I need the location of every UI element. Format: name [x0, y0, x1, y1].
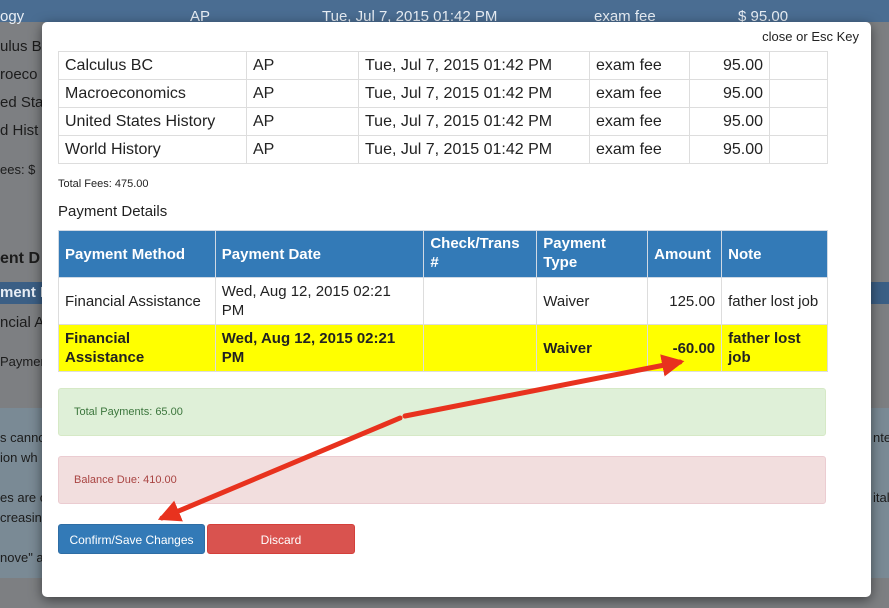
exam-amount: 95.00: [689, 135, 770, 164]
background-cell: ogy: [0, 8, 25, 25]
payment-type: Waiver: [536, 324, 649, 372]
exam-fee-type: exam fee: [589, 79, 690, 108]
background-fragment: ent D: [0, 250, 40, 267]
exam-amount: 95.00: [689, 107, 770, 136]
close-link[interactable]: close: [762, 29, 792, 44]
exam-fee-type: exam fee: [589, 51, 690, 80]
payment-date: Wed, Aug 12, 2015 02:21 PM: [214, 324, 425, 372]
exam-amount: 95.00: [689, 79, 770, 108]
exam-fees-table: Calculus BC AP Tue, Jul 7, 2015 01:42 PM…: [58, 51, 828, 164]
header-check-trans: Check/Trans #: [423, 230, 538, 278]
exam-level: AP: [246, 79, 359, 108]
header-payment-type: Payment Type: [536, 230, 649, 278]
background-fragment: ulus B: [0, 38, 42, 55]
payment-details-title: Payment Details: [58, 203, 168, 220]
payment-details-table: Payment Method Payment Date Check/Trans …: [58, 230, 828, 372]
balance-due-alert: Balance Due: 410.00: [58, 456, 826, 504]
exam-date: Tue, Jul 7, 2015 01:42 PM: [358, 135, 590, 164]
close-suffix: or Esc Key: [792, 29, 859, 44]
exam-extra: [769, 135, 828, 164]
payment-amount: 125.00: [647, 277, 723, 325]
header-payment-date: Payment Date: [214, 230, 425, 278]
payment-note: father lost job: [721, 277, 828, 325]
exam-subject: United States History: [58, 107, 247, 136]
exam-extra: [769, 107, 828, 136]
background-fragment: ital: [873, 490, 889, 505]
exam-subject: World History: [58, 135, 247, 164]
payment-modal: close or Esc Key Calculus BC AP Tue, Jul…: [42, 22, 871, 597]
payment-date: Wed, Aug 12, 2015 02:21 PM: [214, 277, 425, 325]
total-fees: Total Fees: 475.00: [58, 178, 149, 190]
background-fragment: ion wh: [0, 450, 38, 465]
table-header-row: Payment Method Payment Date Check/Trans …: [58, 230, 828, 278]
total-payments-alert: Total Payments: 65.00: [58, 388, 826, 436]
exam-fee-type: exam fee: [589, 135, 690, 164]
background-fragment: d Hist: [0, 122, 39, 139]
payment-note: father lost job: [721, 324, 828, 372]
exam-level: AP: [246, 107, 359, 136]
discard-cancel-button[interactable]: Discard Chages/Cancel: [207, 524, 355, 577]
table-row: World History AP Tue, Jul 7, 2015 01:42 …: [58, 135, 828, 164]
table-row: Calculus BC AP Tue, Jul 7, 2015 01:42 PM…: [58, 51, 828, 80]
confirm-save-button[interactable]: Confirm/Save Changes: [58, 524, 205, 554]
header-amount: Amount: [647, 230, 723, 278]
exam-level: AP: [246, 135, 359, 164]
exam-date: Tue, Jul 7, 2015 01:42 PM: [358, 79, 590, 108]
background-fragment: es are c: [0, 490, 47, 505]
background-header-band: ment I: [0, 282, 45, 304]
exam-subject: Calculus BC: [58, 51, 247, 80]
table-row: United States History AP Tue, Jul 7, 201…: [58, 107, 828, 136]
exam-fee-type: exam fee: [589, 107, 690, 136]
background-fragment: ed Sta: [0, 94, 44, 111]
payment-type: Waiver: [536, 277, 649, 325]
payment-check: [423, 277, 538, 325]
background-fragment: nte: [873, 430, 889, 445]
background-fragment: Paymer: [0, 354, 45, 369]
payment-check: [423, 324, 538, 372]
exam-extra: [769, 79, 828, 108]
exam-date: Tue, Jul 7, 2015 01:42 PM: [358, 51, 590, 80]
table-row: Macroeconomics AP Tue, Jul 7, 2015 01:42…: [58, 79, 828, 108]
background-fragment: ncial A: [0, 314, 45, 331]
background-fragment: nove" a: [0, 550, 44, 565]
exam-subject: Macroeconomics: [58, 79, 247, 108]
header-payment-method: Payment Method: [58, 230, 216, 278]
table-row: Financial Assistance Wed, Aug 12, 2015 0…: [58, 277, 828, 325]
background-fragment: ees: $: [0, 162, 36, 177]
payment-method: Financial Assistance: [58, 324, 216, 372]
exam-extra: [769, 51, 828, 80]
table-row-highlighted[interactable]: Financial Assistance Wed, Aug 12, 2015 0…: [58, 324, 828, 372]
background-fragment: creasin: [0, 510, 42, 525]
payment-method: Financial Assistance: [58, 277, 216, 325]
background-fragment: s canno: [0, 430, 46, 445]
payment-amount: -60.00: [647, 324, 723, 372]
background-table-row: ogy AP Tue, Jul 7, 2015 01:42 PM exam fe…: [0, 0, 889, 25]
background-fragment: ment I: [0, 284, 45, 301]
header-note: Note: [721, 230, 828, 278]
background-fragment: roeco: [0, 66, 38, 83]
exam-date: Tue, Jul 7, 2015 01:42 PM: [358, 107, 590, 136]
exam-amount: 95.00: [689, 51, 770, 80]
close-hint: close or Esc Key: [762, 29, 859, 44]
exam-level: AP: [246, 51, 359, 80]
